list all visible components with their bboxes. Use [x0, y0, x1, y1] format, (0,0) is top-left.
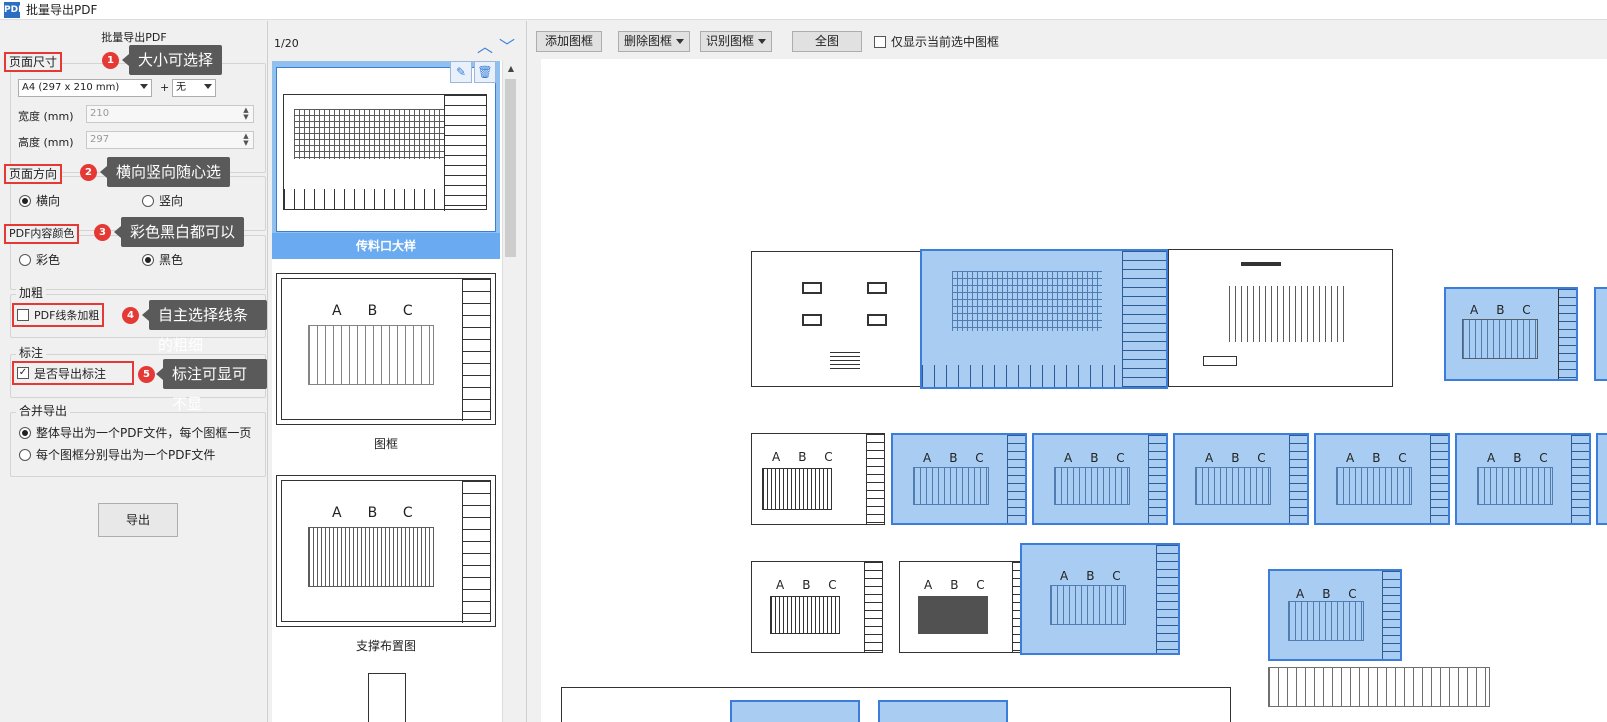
margin-select[interactable]: 无 [172, 79, 216, 97]
merge-single-radio[interactable]: 整体导出为一个PDF文件，每个图框一页 [19, 424, 251, 441]
merge-group [10, 412, 266, 477]
title-bar: PDF 批量导出PDF [0, 0, 1607, 20]
callout-3: 彩色黑白都可以 [113, 217, 245, 247]
caret-down-icon [676, 39, 684, 44]
bold-checkbox[interactable]: PDF线条加粗 [12, 303, 105, 327]
drawing-frame-selected[interactable]: ABC [1032, 433, 1168, 525]
drawing-frame[interactable]: ABC [899, 561, 1031, 653]
thumbnail-caption: 图框 [373, 437, 398, 451]
color-label: PDF内容颜色 [4, 224, 80, 244]
drawing-frame-selected[interactable]: ABC [891, 433, 1027, 525]
badge-3: 3 [94, 224, 111, 241]
drawing-canvas[interactable]: ABC ABC ABC ABC ABC ABC ABC ABC ABC ABC … [541, 59, 1607, 722]
radio-dot [19, 448, 31, 461]
scroll-up-icon[interactable]: ▲ [503, 61, 519, 77]
scroll-thumb[interactable] [505, 79, 516, 257]
drawing-frame-selected[interactable] [1594, 287, 1607, 381]
export-button[interactable]: 导出 [98, 503, 178, 537]
chevron-up-icon[interactable]: ︿ [477, 33, 493, 57]
bw-radio[interactable]: 黑色 [142, 251, 183, 268]
badge-1: 1 [102, 52, 119, 69]
thumbnail-scrollbar[interactable]: ▲ [502, 61, 518, 722]
callout-5: 标注可显可不显 [156, 359, 267, 413]
drawing-frame-selected[interactable]: ABC [1455, 433, 1591, 525]
annotation-checkbox[interactable]: ✓ 是否导出标注 [12, 361, 134, 385]
thumbnail-image: ABC [276, 475, 496, 627]
thumbnail-image [276, 67, 496, 232]
settings-panel: 批量导出PDF 页面尺寸 1 大小可选择 A4 (297 x 210 mm) +… [0, 21, 268, 722]
trash-icon[interactable]: 🗑 [474, 61, 496, 83]
bold-label: 加粗 [16, 285, 47, 301]
canvas-toolbar: 添加图框 删除图框 识别图框 全图 仅显示当前选中图框 [528, 21, 1607, 59]
checkbox-box [17, 309, 29, 321]
drawing-frame[interactable] [1168, 249, 1393, 387]
thumbnail-panel: 1/20 ︿ ﹀ ✎ 🗑 传料口大样 ABC 图框 ABC 支撑布置图 ▲ [269, 21, 527, 722]
drawing-frame-selected[interactable]: ABC [1314, 433, 1450, 525]
drawing-frame[interactable] [561, 687, 1231, 722]
drawing-frame[interactable] [751, 251, 921, 387]
drawing-frame[interactable]: ABC [751, 433, 885, 525]
thumbnail-item-1[interactable]: ✎ 🗑 传料口大样 [272, 61, 500, 259]
drawing-frame[interactable]: ABC [751, 561, 883, 653]
chevron-down-icon[interactable]: ﹀ [499, 33, 515, 57]
checkbox-box [874, 35, 886, 48]
drawing-frame-selected[interactable] [920, 249, 1168, 389]
page-size-select[interactable]: A4 (297 x 210 mm) [18, 79, 152, 97]
check-icon: ✓ [17, 367, 29, 379]
color-radio[interactable]: 彩色 [19, 251, 60, 268]
drawing-frame-selected[interactable]: ABC [1173, 433, 1309, 525]
thumbnail-caption: 支撑布置图 [355, 639, 416, 653]
radio-dot [142, 194, 154, 207]
thumbnail-item-4[interactable] [272, 673, 500, 722]
height-label: 高度 (mm) [18, 136, 74, 149]
drawing-frame-selected[interactable]: ABC [1444, 287, 1578, 381]
caret-down-icon [758, 39, 766, 44]
orientation-label: 页面方向 [4, 164, 63, 184]
page-indicator: 1/20 [274, 37, 299, 50]
radio-dot [19, 194, 31, 207]
plus-sign: + [160, 81, 170, 94]
callout-4: 自主选择线条的粗细 [142, 300, 267, 354]
drawing-frame-selected[interactable]: ABC [1268, 569, 1402, 661]
drawing-frame-selected[interactable] [1596, 433, 1607, 525]
badge-2: 2 [80, 164, 97, 181]
portrait-radio[interactable]: 竖向 [142, 192, 183, 209]
app-icon: PDF [4, 1, 24, 18]
radio-dot [19, 426, 31, 439]
radio-dot [142, 253, 154, 266]
drawing-frame-selected[interactable]: ABC [1020, 543, 1180, 655]
add-frame-button[interactable]: 添加图框 [536, 31, 602, 52]
annotation-label: 标注 [16, 345, 47, 361]
thumbnail-image [368, 673, 406, 722]
radio-dot [19, 253, 31, 266]
full-view-button[interactable]: 全图 [792, 31, 862, 52]
recognize-frame-button[interactable]: 识别图框 [700, 31, 772, 52]
height-input[interactable]: 297 ▲ ▼ [86, 131, 254, 149]
only-selected-checkbox[interactable]: 仅显示当前选中图框 [874, 33, 999, 50]
badge-5: 5 [138, 366, 155, 383]
width-input[interactable]: 210 ▲ ▼ [86, 105, 254, 123]
edit-pencil-icon[interactable]: ✎ [450, 61, 472, 83]
window-title: 批量导出PDF [26, 3, 98, 17]
thumbnail-caption: 传料口大样 [272, 233, 500, 259]
thumbnail-image: ABC [276, 273, 496, 425]
merge-label: 合并导出 [16, 403, 71, 419]
merge-multi-radio[interactable]: 每个图框分别导出为一个PDF文件 [19, 446, 215, 463]
thumbnail-list: ✎ 🗑 传料口大样 ABC 图框 ABC 支撑布置图 [272, 61, 502, 722]
callout-2: 横向竖向随心选 [99, 157, 231, 187]
landscape-radio[interactable]: 横向 [19, 192, 60, 209]
badge-4: 4 [122, 307, 139, 324]
width-label: 宽度 (mm) [18, 110, 74, 123]
page-size-label: 页面尺寸 [4, 52, 63, 72]
thumbnail-item-2[interactable]: ABC 图框 [272, 269, 500, 457]
delete-frame-button[interactable]: 删除图框 [618, 31, 690, 52]
callout-1: 大小可选择 [121, 45, 223, 75]
thumbnail-item-3[interactable]: ABC 支撑布置图 [272, 471, 500, 659]
panel-title: 批量导出PDF [101, 31, 167, 44]
drawing-frame[interactable] [1268, 667, 1490, 707]
